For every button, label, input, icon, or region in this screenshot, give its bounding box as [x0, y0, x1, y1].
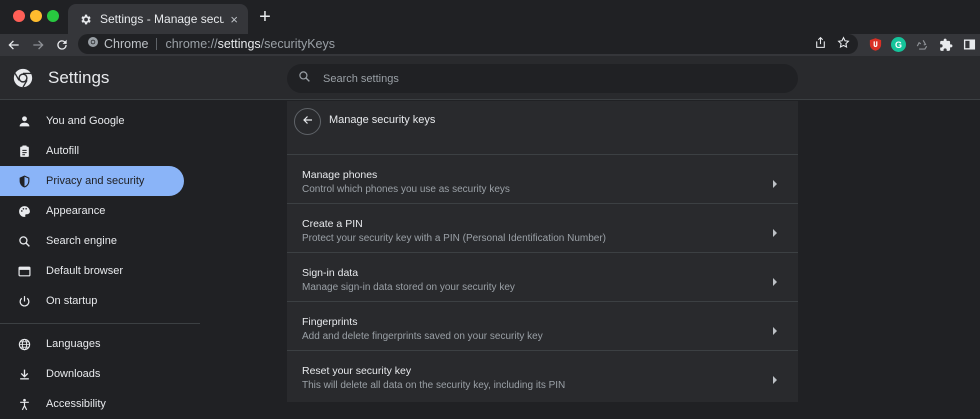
row-fingerprints[interactable]: Fingerprints Add and delete fingerprints…: [287, 301, 798, 350]
row-create-pin[interactable]: Create a PIN Protect your security key w…: [287, 203, 798, 252]
row-subtitle: Control which phones you use as security…: [302, 184, 510, 195]
reload-icon[interactable]: [52, 35, 72, 55]
arrow-right-icon: [771, 175, 779, 188]
row-title: Reset your security key: [302, 365, 412, 377]
sidebar-item-you-and-google[interactable]: You and Google: [0, 106, 184, 136]
window-minimize-button[interactable]: [30, 10, 42, 22]
arrow-right-icon: [771, 273, 779, 286]
tab-title: Settings - Manage security keys: [100, 12, 225, 26]
share-icon[interactable]: [814, 36, 827, 54]
sidebar-item-label: Appearance: [46, 205, 106, 217]
row-title: Create a PIN: [302, 218, 363, 230]
row-sign-in-data[interactable]: Sign-in data Manage sign-in data stored …: [287, 252, 798, 301]
person-icon: [17, 114, 31, 128]
sidebar-item-label: Autofill: [46, 145, 80, 157]
row-title: Fingerprints: [302, 316, 358, 328]
sidebar-item-autofill[interactable]: Autofill: [0, 136, 184, 166]
browser-icon: [17, 264, 31, 278]
side-panel-icon[interactable]: [962, 37, 977, 52]
recycle-icon[interactable]: [914, 37, 929, 52]
page-title: Settings: [48, 68, 110, 87]
search-icon: [17, 234, 31, 248]
url-prefix: chrome://: [165, 37, 218, 51]
grammarly-icon[interactable]: G: [891, 37, 906, 52]
address-bar[interactable]: Chrome chrome://settings/securityKeys: [78, 34, 858, 54]
sidebar-item-label: Downloads: [46, 368, 101, 380]
power-icon: [17, 294, 31, 308]
tab-close-icon[interactable]: ×: [230, 12, 238, 27]
globe-icon: [17, 337, 31, 351]
row-subtitle: Protect your security key with a PIN (Pe…: [302, 233, 607, 244]
sidebar-item-privacy-and-security[interactable]: Privacy and security: [0, 166, 184, 196]
window-close-button[interactable]: [13, 10, 25, 22]
new-tab-button[interactable]: +: [256, 6, 274, 28]
card-header: Manage security keys: [287, 101, 798, 149]
bookmark-star-icon[interactable]: [837, 36, 850, 54]
arrow-right-icon: [771, 371, 779, 384]
url-host: settings: [217, 37, 261, 51]
row-reset-security-key[interactable]: Reset your security key This will delete…: [287, 350, 798, 399]
gear-icon: [78, 12, 92, 26]
row-title: Sign-in data: [302, 267, 359, 279]
search-input[interactable]: Search settings: [287, 64, 798, 93]
sidebar-item-label: You and Google: [46, 115, 125, 127]
back-arrow-icon[interactable]: [4, 35, 24, 55]
settings-sidebar: You and Google Autofill Privacy and secu…: [0, 101, 200, 410]
browser-toolbar: Chrome chrome://settings/securityKeys G: [0, 34, 980, 56]
sidebar-item-downloads[interactable]: Downloads: [0, 359, 184, 389]
arrow-right-icon: [771, 322, 779, 335]
puzzle-extensions-icon[interactable]: [938, 37, 953, 52]
ublock-icon[interactable]: [868, 37, 883, 52]
back-arrow-icon: [302, 113, 314, 131]
sidebar-item-on-startup[interactable]: On startup: [0, 286, 184, 316]
sidebar-item-label: Default browser: [46, 265, 124, 277]
clipboard-icon: [17, 144, 31, 158]
row-subtitle: Manage sign-in data stored on your secur…: [302, 282, 515, 293]
sidebar-item-search-engine[interactable]: Search engine: [0, 226, 184, 256]
sidebar-divider: [0, 323, 200, 324]
sidebar-item-label: Languages: [46, 338, 101, 350]
search-icon: [298, 70, 311, 88]
window-maximize-button[interactable]: [47, 10, 59, 22]
omnibox-url: chrome://settings/securityKeys: [165, 37, 335, 51]
omnibox-separator: [156, 38, 158, 50]
sidebar-item-languages[interactable]: Languages: [0, 329, 184, 359]
sidebar-item-default-browser[interactable]: Default browser: [0, 256, 184, 286]
sidebar-item-label: Privacy and security: [46, 175, 145, 187]
sidebar-item-accessibility[interactable]: Accessibility: [0, 389, 184, 419]
url-path: /securityKeys: [260, 37, 336, 51]
tab-strip: Settings - Manage security keys × +: [0, 0, 980, 34]
settings-header: Settings Search settings: [0, 56, 980, 100]
row-title: Manage phones: [302, 169, 378, 181]
browser-tab[interactable]: Settings - Manage security keys ×: [68, 4, 248, 34]
row-manage-phones[interactable]: Manage phones Control which phones you u…: [287, 154, 798, 203]
sidebar-item-appearance[interactable]: Appearance: [0, 196, 184, 226]
row-subtitle: Add and delete fingerprints saved on you…: [302, 331, 543, 342]
forward-arrow-icon[interactable]: [28, 35, 48, 55]
arrow-right-icon: [771, 224, 779, 237]
sidebar-item-label: On startup: [46, 295, 98, 307]
back-button[interactable]: [294, 108, 321, 135]
chrome-icon: [87, 35, 99, 53]
accessibility-icon: [17, 397, 31, 411]
omnibox-site-label: Chrome: [104, 37, 149, 51]
security-keys-card: Manage security keys Manage phones Contr…: [287, 101, 798, 402]
sidebar-item-label: Accessibility: [46, 398, 106, 410]
section-title: Manage security keys: [329, 114, 436, 126]
sidebar-item-label: Search engine: [46, 235, 117, 247]
chrome-logo-icon: [13, 68, 33, 88]
palette-icon: [17, 204, 31, 218]
download-icon: [17, 367, 31, 381]
search-placeholder: Search settings: [323, 72, 399, 85]
shield-icon: [17, 174, 31, 188]
row-subtitle: This will delete all data on the securit…: [302, 380, 566, 391]
